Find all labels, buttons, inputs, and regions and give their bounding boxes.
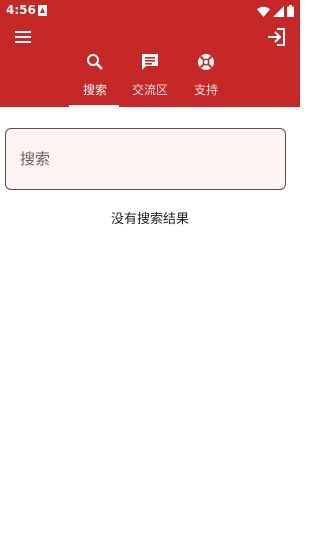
app-header: 4:56 搜索 交流区 支持 — [0, 0, 300, 107]
login-button[interactable] — [265, 25, 289, 49]
notification-icon — [38, 5, 47, 16]
menu-icon — [12, 26, 36, 48]
tab-forum[interactable]: 交流区 — [124, 50, 176, 107]
app-screen: 4:56 搜索 交流区 支持 搜索 没有搜索结果 — [0, 0, 300, 533]
tab-support[interactable]: 支持 — [180, 50, 232, 107]
empty-results-message: 没有搜索结果 — [110, 212, 189, 227]
wifi-icon — [257, 6, 270, 17]
tab-bar: 搜索 交流区 支持 — [69, 50, 225, 107]
status-icons — [257, 4, 294, 18]
chat-icon — [140, 52, 160, 72]
login-icon — [265, 25, 289, 49]
tab-active-indicator — [69, 105, 119, 107]
status-bar: 4:56 — [0, 0, 300, 22]
tab-search-label: 搜索 — [82, 83, 107, 97]
search-field — [5, 128, 286, 190]
search-input[interactable] — [20, 147, 270, 171]
tab-search[interactable]: 搜索 — [69, 50, 121, 107]
search-icon — [85, 52, 105, 72]
tab-forum-label: 交流区 — [131, 83, 168, 97]
support-icon — [196, 52, 216, 72]
status-time: 4:56 — [6, 3, 36, 17]
battery-icon — [287, 5, 294, 17]
signal-icon — [273, 5, 284, 17]
menu-button[interactable] — [12, 26, 36, 48]
tab-support-label: 支持 — [193, 83, 218, 97]
